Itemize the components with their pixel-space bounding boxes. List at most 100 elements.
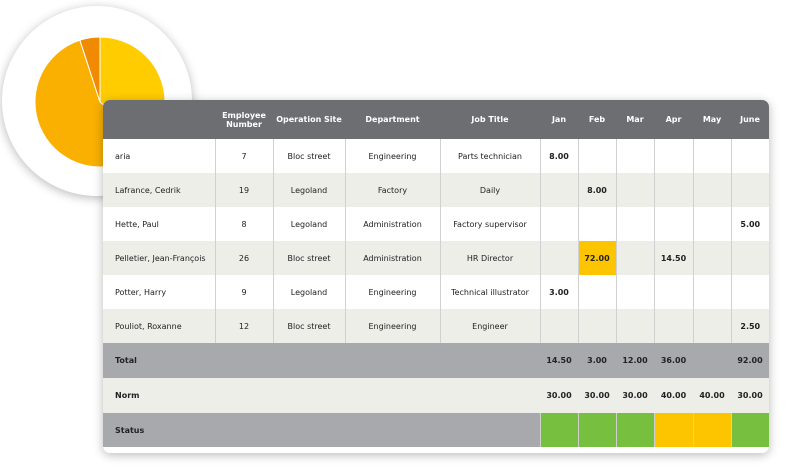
- hours-cell[interactable]: [653, 173, 693, 207]
- col-header-jan[interactable]: Jan: [540, 100, 578, 139]
- status-cell-ok: [539, 413, 578, 447]
- status-cell-warn: [653, 413, 693, 447]
- norm-value: 40.00: [654, 378, 693, 413]
- timesheet-table: Employee Number Operation Site Departmen…: [103, 100, 769, 447]
- department-cell: Engineering: [344, 139, 440, 173]
- department-cell: Engineering: [344, 275, 440, 309]
- timesheet-card: Employee Number Operation Site Departmen…: [103, 100, 769, 453]
- hours-cell[interactable]: [653, 309, 693, 343]
- hours-cell[interactable]: [539, 173, 578, 207]
- job-title-cell: Daily: [439, 173, 540, 207]
- hours-cell[interactable]: [653, 139, 693, 173]
- hours-cell[interactable]: [730, 241, 769, 275]
- table-row[interactable]: Pouliot, Roxanne 12 Bloc street Engineering…: [103, 309, 769, 343]
- norm-value: 30.00: [616, 378, 654, 413]
- job-title-cell: Technical illustrator: [439, 275, 540, 309]
- table-row[interactable]: Potter, Harry 9 Legoland Engineering Technic…: [103, 275, 769, 309]
- col-header-name[interactable]: [103, 100, 215, 139]
- hours-cell[interactable]: 2.50: [730, 309, 769, 343]
- employee-number-cell: 26: [214, 241, 273, 275]
- operation-site-cell: Legoland: [272, 207, 345, 241]
- hours-cell[interactable]: [577, 275, 616, 309]
- hours-cell[interactable]: [577, 207, 616, 241]
- norm-value: 30.00: [578, 378, 616, 413]
- hours-cell[interactable]: 3.00: [539, 275, 578, 309]
- hours-cell[interactable]: [653, 207, 693, 241]
- hours-cell[interactable]: 14.50: [653, 241, 693, 275]
- hours-cell[interactable]: [692, 241, 731, 275]
- col-header-operation-site[interactable]: Operation Site: [273, 100, 345, 139]
- table-row[interactable]: Hette, Paul 8 Legoland Administration Factor…: [103, 207, 769, 241]
- col-header-feb[interactable]: Feb: [578, 100, 616, 139]
- hours-cell[interactable]: [577, 139, 616, 173]
- hours-cell[interactable]: [653, 275, 693, 309]
- status-cell-ok: [730, 413, 769, 447]
- total-value: 36.00: [654, 343, 693, 378]
- col-header-apr[interactable]: Apr: [654, 100, 693, 139]
- hours-cell[interactable]: [730, 173, 769, 207]
- operation-site-cell: Legoland: [272, 173, 345, 207]
- col-header-june[interactable]: June: [731, 100, 769, 139]
- hours-cell[interactable]: [615, 173, 654, 207]
- employee-name-cell: Lafrance, Cedrik: [103, 173, 215, 207]
- table-row[interactable]: Lafrance, Cedrik 19 Legoland Factory Daily 8.…: [103, 173, 769, 207]
- col-header-department[interactable]: Department: [345, 100, 440, 139]
- norm-value: 40.00: [693, 378, 731, 413]
- hours-cell[interactable]: [730, 139, 769, 173]
- job-title-cell: HR Director: [439, 241, 540, 275]
- job-title-cell: Factory supervisor: [439, 207, 540, 241]
- hours-cell[interactable]: [692, 309, 731, 343]
- employee-name-cell: Potter, Harry: [103, 275, 215, 309]
- total-value: 3.00: [578, 343, 616, 378]
- total-row: Total 14.50 3.00 12.00 36.00 92.00: [103, 343, 769, 378]
- total-value: 12.00: [616, 343, 654, 378]
- job-title-cell: Engineer: [439, 309, 540, 343]
- employee-name-cell: Hette, Paul: [103, 207, 215, 241]
- hours-cell[interactable]: [692, 207, 731, 241]
- employee-name-cell: Pelletier, Jean-François: [103, 241, 215, 275]
- col-header-mar[interactable]: Mar: [616, 100, 654, 139]
- department-cell: Administration: [344, 241, 440, 275]
- hours-cell[interactable]: [577, 309, 616, 343]
- hours-cell[interactable]: [615, 309, 654, 343]
- operation-site-cell: Bloc street: [272, 309, 345, 343]
- operation-site-cell: Legoland: [272, 275, 345, 309]
- employee-name-cell: aria: [103, 139, 215, 173]
- hours-cell[interactable]: 72.00: [577, 241, 616, 275]
- hours-cell[interactable]: [615, 275, 654, 309]
- norm-row: Norm 30.00 30.00 30.00 40.00 40.00 30.00: [103, 378, 769, 413]
- col-header-job-title[interactable]: Job Title: [440, 100, 540, 139]
- col-header-employee-number[interactable]: Employee Number: [215, 100, 273, 139]
- employee-number-cell: 9: [214, 275, 273, 309]
- hours-cell[interactable]: [615, 207, 654, 241]
- employee-number-cell: 19: [214, 173, 273, 207]
- status-cell-ok: [577, 413, 616, 447]
- hours-cell[interactable]: [730, 275, 769, 309]
- hours-cell[interactable]: [692, 173, 731, 207]
- employee-number-cell: 8: [214, 207, 273, 241]
- department-cell: Administration: [344, 207, 440, 241]
- hours-cell[interactable]: [692, 139, 731, 173]
- hours-cell[interactable]: [539, 309, 578, 343]
- employee-number-cell: 7: [214, 139, 273, 173]
- operation-site-cell: Bloc street: [272, 139, 345, 173]
- hours-cell[interactable]: 5.00: [730, 207, 769, 241]
- status-label: Status: [103, 413, 540, 447]
- total-value: 92.00: [731, 343, 769, 378]
- hours-cell[interactable]: [692, 275, 731, 309]
- hours-cell[interactable]: [615, 241, 654, 275]
- col-header-may[interactable]: May: [693, 100, 731, 139]
- table-row[interactable]: Pelletier, Jean-François 26 Bloc street Adm…: [103, 241, 769, 275]
- hours-cell[interactable]: 8.00: [539, 139, 578, 173]
- hours-cell[interactable]: 8.00: [577, 173, 616, 207]
- hours-cell[interactable]: [539, 241, 578, 275]
- status-row: Status: [103, 413, 769, 447]
- job-title-cell: Parts technician: [439, 139, 540, 173]
- table-row[interactable]: aria 7 Bloc street Engineering Parts technic…: [103, 139, 769, 173]
- norm-value: 30.00: [731, 378, 769, 413]
- department-cell: Factory: [344, 173, 440, 207]
- total-value: [693, 343, 731, 378]
- total-label: Total: [103, 343, 540, 378]
- hours-cell[interactable]: [539, 207, 578, 241]
- hours-cell[interactable]: [615, 139, 654, 173]
